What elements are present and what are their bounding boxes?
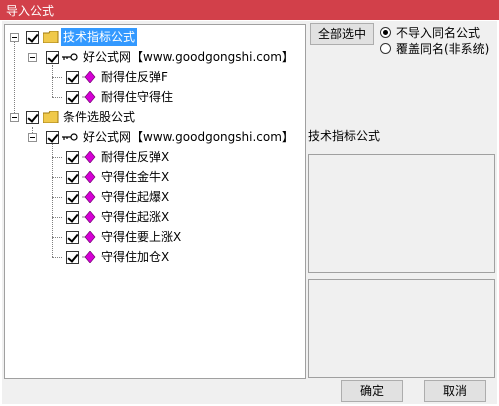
radio-no-import[interactable]: 不导入同名公式 [380,25,495,41]
radio-button[interactable] [380,43,391,54]
tree-item-stock-screening[interactable]: 条件选股公式 [5,108,305,126]
formula-icon [82,91,96,103]
checkbox[interactable] [66,91,79,104]
checkbox[interactable] [66,191,79,204]
tree-item-label: 好公式网【www.goodgongshi.com】 [83,130,294,144]
folder-icon [43,111,59,123]
tree-item-formula[interactable]: 守得住金牛X [5,168,305,186]
formula-icon [82,151,96,163]
radio-label: 覆盖同名(非系统) [396,42,490,56]
collapse-toggle[interactable] [10,33,19,42]
formula-icon [82,211,96,223]
ok-button[interactable]: 确定 [341,380,403,402]
info-panel-top [308,154,495,273]
radio-label: 不导入同名公式 [396,26,481,40]
checkbox[interactable] [66,151,79,164]
tree-item-label: 条件选股公式 [63,110,136,124]
tree-item-label: 守得住金牛X [101,170,170,184]
checkbox[interactable] [66,211,79,224]
formula-tree[interactable]: 技术指标公式 好公式网【www.goodgongshi.com】 耐得住反弹F … [4,24,306,379]
checkbox[interactable] [66,231,79,244]
checkbox[interactable] [66,251,79,264]
tree-item-label: 守得住要上涨X [101,230,182,244]
tree-item-label: 耐得住反弹F [101,70,168,84]
formula-icon [82,171,96,183]
window-title: 导入公式 [6,4,55,18]
tree-item-formula[interactable]: 耐得住反弹F [5,68,305,86]
formula-icon [82,251,96,263]
checkbox[interactable] [26,111,39,124]
collapse-toggle[interactable] [10,113,19,122]
tree-item-label: 好公式网【www.goodgongshi.com】 [83,50,294,64]
tree-item-label: 守得住起爆X [101,190,170,204]
collapse-toggle[interactable] [28,133,37,142]
checkbox[interactable] [26,31,39,44]
tree-item-label: 耐得住反弹X [101,150,170,164]
select-all-button[interactable]: 全部选中 [310,23,374,45]
checkbox[interactable] [66,71,79,84]
checkbox[interactable] [46,131,59,144]
dialog-client: 技术指标公式 好公式网【www.goodgongshi.com】 耐得住反弹F … [2,21,497,404]
formula-icon [82,71,96,83]
tree-item-source-1[interactable]: 好公式网【www.goodgongshi.com】 [5,48,305,66]
radio-button[interactable] [380,27,391,38]
key-icon [62,53,78,61]
info-panel-bottom [308,279,495,378]
tree-item-formula[interactable]: 守得住起涨X [5,208,305,226]
tree-item-label: 耐得住守得住 [101,90,174,104]
category-label: 技术指标公式 [308,129,381,143]
key-icon [62,133,78,141]
tree-item-formula[interactable]: 守得住起爆X [5,188,305,206]
tree-item-formula[interactable]: 耐得住守得住 [5,88,305,106]
tree-item-source-2[interactable]: 好公式网【www.goodgongshi.com】 [5,128,305,146]
title-bar[interactable]: 导入公式 [0,0,499,20]
tree-item-formula[interactable]: 守得住加仓X [5,248,305,266]
checkbox[interactable] [66,171,79,184]
radio-overwrite[interactable]: 覆盖同名(非系统) [380,41,495,57]
tree-item-label: 技术指标公式 [61,28,138,46]
tree-item-formula[interactable]: 耐得住反弹X [5,148,305,166]
checkbox[interactable] [46,51,59,64]
folder-icon [43,31,59,43]
tree-item-formula[interactable]: 守得住要上涨X [5,228,305,246]
tree-item-label: 守得住加仓X [101,250,170,264]
formula-icon [82,231,96,243]
collapse-toggle[interactable] [28,53,37,62]
tree-item-tech-indicators[interactable]: 技术指标公式 [5,28,305,46]
formula-icon [82,191,96,203]
tree-item-label: 守得住起涨X [101,210,170,224]
cancel-button[interactable]: 取消 [424,380,486,402]
